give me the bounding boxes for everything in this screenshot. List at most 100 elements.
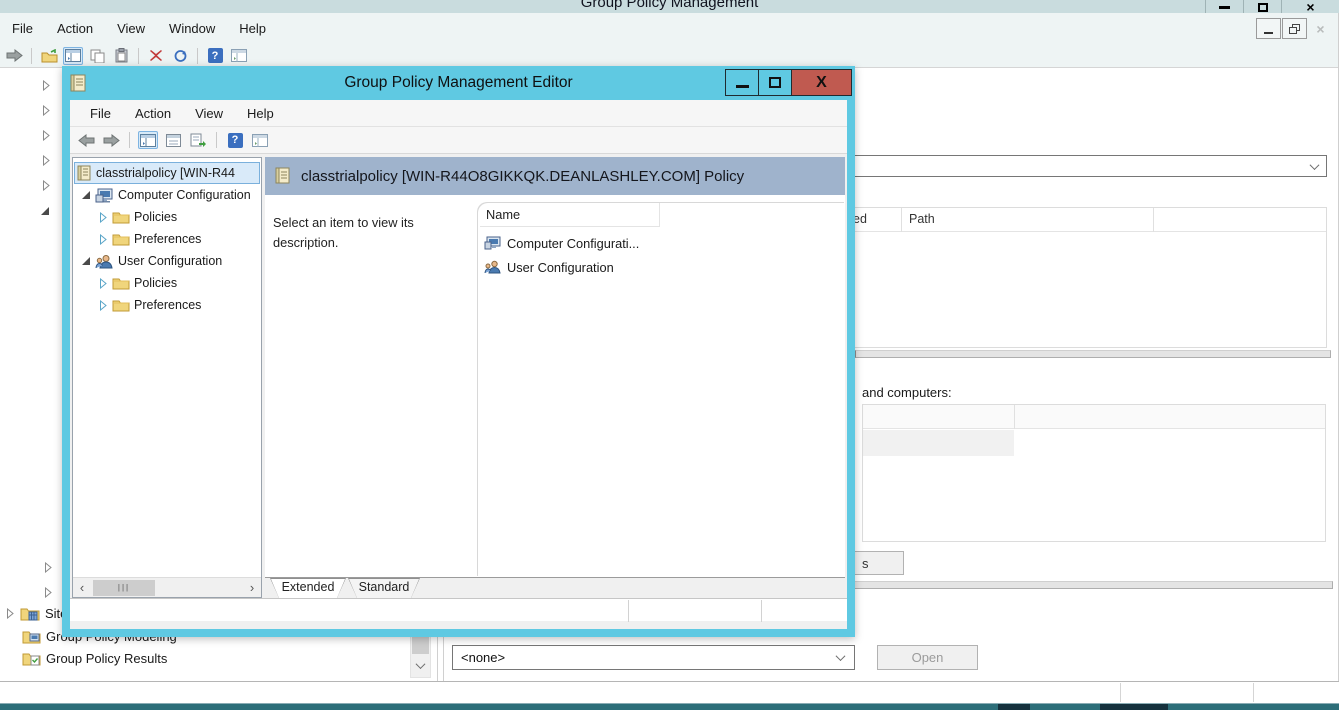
console-window-icon[interactable] (250, 131, 270, 149)
list-item[interactable] (863, 430, 1014, 456)
export-list-icon[interactable] (188, 131, 208, 149)
tab-label: Extended (281, 580, 335, 594)
console-tree-toggle-icon[interactable] (138, 131, 158, 149)
main-menu-action[interactable]: Action (45, 13, 105, 44)
gpme-toolbar: ? (70, 127, 847, 154)
chevron-down-icon (835, 651, 846, 662)
help-icon[interactable]: ? (225, 131, 245, 149)
tree-expander-icon[interactable] (44, 587, 53, 598)
export-folder-icon[interactable] (39, 47, 59, 65)
scroll-down-button[interactable] (412, 654, 429, 676)
mdi-minimize-button[interactable] (1256, 18, 1281, 39)
main-menu-file[interactable]: File (0, 13, 45, 44)
gpme-menu-action[interactable]: Action (123, 100, 183, 126)
main-menu-help[interactable]: Help (227, 13, 278, 44)
tree-expander-icon[interactable] (42, 105, 51, 116)
column-header-path[interactable]: Path (909, 212, 935, 226)
results-pane-header: classtrialpolicy [WIN-R44O8GIKKQK.DEANLA… (265, 157, 845, 195)
tree-expander-icon[interactable] (42, 180, 51, 191)
tree-item-root[interactable]: classtrialpolicy [WIN-R44 (77, 162, 261, 184)
tree-item-computer-configuration[interactable]: Computer Configuration (81, 184, 261, 206)
tree-expander-icon[interactable] (99, 277, 108, 289)
security-filtering-list[interactable] (862, 404, 1326, 542)
scroll-left-button[interactable]: ‹ (73, 579, 91, 597)
mdi-window-controls: × (1256, 18, 1333, 39)
main-menu-window[interactable]: Window (157, 13, 227, 44)
list-item-computer-configuration[interactable]: Computer Configurati... (480, 231, 639, 255)
gpme-menu-help[interactable]: Help (235, 100, 286, 126)
main-window-controls: × (1205, 0, 1339, 13)
tab-extended[interactable]: Extended (270, 578, 346, 598)
delete-icon[interactable] (146, 47, 166, 65)
gpme-results-pane: classtrialpolicy [WIN-R44O8GIKKQK.DEANLA… (265, 157, 845, 577)
tree-expander-expanded-icon[interactable] (81, 256, 91, 266)
list-item-user-configuration[interactable]: User Configuration (480, 255, 614, 279)
main-minimize-button[interactable] (1205, 0, 1243, 13)
gpme-maximize-button[interactable] (758, 69, 792, 96)
tree-expander-icon[interactable] (44, 562, 53, 573)
refresh-icon[interactable] (170, 47, 190, 65)
description-text: Select an item to view its description. (273, 215, 414, 250)
close-icon: × (1316, 20, 1325, 37)
main-close-button[interactable]: × (1281, 0, 1339, 13)
properties-icon[interactable] (163, 131, 183, 149)
paste-icon[interactable] (111, 47, 131, 65)
tree-expander-icon[interactable] (42, 130, 51, 141)
tree-item-computer-policies[interactable]: Policies (99, 206, 261, 228)
gpme-tree-hscrollbar[interactable]: ‹ ||| › (73, 577, 261, 597)
column-header-label: Name (486, 207, 521, 222)
mdi-restore-button[interactable] (1282, 18, 1307, 39)
tab-standard[interactable]: Standard (348, 578, 420, 598)
tree-expander-icon[interactable] (99, 211, 108, 223)
scrollbar-thumb[interactable]: ||| (93, 579, 155, 596)
console-tree-toggle-icon[interactable] (63, 46, 83, 65)
back-arrow-icon[interactable] (76, 131, 96, 149)
tree-expander-expanded-icon[interactable] (81, 190, 91, 200)
computer-icon (95, 188, 113, 202)
tree-item-user-configuration[interactable]: User Configuration (81, 250, 261, 272)
main-menubar: File Action View Window Help (0, 13, 1339, 44)
tree-item-computer-preferences[interactable]: Preferences (99, 228, 261, 250)
help-icon[interactable]: ? (205, 47, 225, 65)
tree-expander-icon[interactable] (99, 299, 108, 311)
sidebar-item-results[interactable]: Group Policy Results (22, 651, 167, 666)
gpme-client-area: File Action View Help ? classtrialpolicy… (70, 100, 847, 629)
forward-arrow-icon[interactable] (101, 131, 121, 149)
tree-item-user-preferences[interactable]: Preferences (99, 294, 261, 316)
gpme-menu-file[interactable]: File (78, 100, 123, 126)
toolbar-separator (129, 132, 130, 148)
tree-item-user-policies[interactable]: Policies (99, 272, 261, 294)
tree-expander-icon[interactable] (40, 206, 50, 216)
column-header-linked[interactable]: ed (853, 212, 867, 226)
main-maximize-button[interactable] (1243, 0, 1281, 13)
column-header-name[interactable]: Name (480, 203, 660, 227)
scroll-right-button[interactable]: › (243, 579, 261, 597)
toolbar-separator (216, 132, 217, 148)
tree-expander-icon[interactable] (42, 155, 51, 166)
copy-icon[interactable] (87, 47, 107, 65)
user-icon (95, 254, 113, 268)
console-window-icon[interactable] (229, 47, 249, 65)
main-menu-view[interactable]: View (105, 13, 157, 44)
tree-item-label: Preferences (134, 232, 202, 246)
user-icon (484, 260, 501, 274)
open-button[interactable]: Open (877, 645, 978, 670)
mdi-close-button[interactable]: × (1308, 18, 1333, 39)
horizontal-scrollbar[interactable] (855, 350, 1331, 358)
gpme-view-tabs: Extended Standard (265, 577, 845, 598)
toolbar-separator (31, 47, 32, 64)
tree-expander-icon[interactable] (42, 80, 51, 91)
gpme-minimize-button[interactable] (725, 69, 759, 96)
button-label: Open (911, 650, 944, 665)
gpme-menu-view[interactable]: View (183, 100, 235, 126)
tree-item-label: classtrialpolicy [WIN-R44 (96, 166, 235, 180)
security-filtering-label: and computers: (862, 385, 952, 400)
tree-item-label: Computer Configuration (118, 188, 251, 202)
horizontal-scrollbar[interactable] (845, 581, 1333, 589)
tree-expander-icon[interactable] (99, 233, 108, 245)
gpme-titlebar[interactable]: Group Policy Management Editor X (62, 66, 855, 100)
wmi-filter-combobox[interactable]: <none> (452, 645, 855, 670)
tree-expander-icon[interactable] (6, 608, 15, 619)
gpme-close-button[interactable]: X (791, 69, 852, 96)
forward-arrow-icon[interactable] (4, 47, 24, 65)
